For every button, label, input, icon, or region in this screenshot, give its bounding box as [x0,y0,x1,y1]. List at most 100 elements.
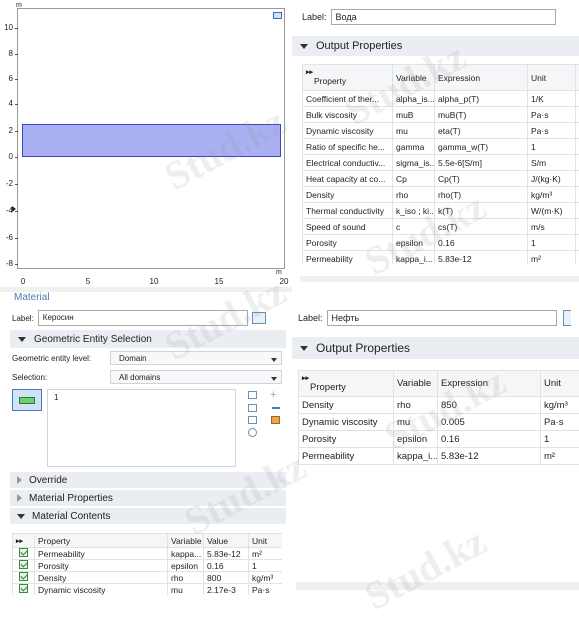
row-checkbox[interactable] [19,572,28,581]
row-checkbox[interactable] [19,548,28,557]
material-properties-header[interactable]: Material Properties [10,490,286,506]
table-row[interactable]: Bulk viscositymuBmuB(T)Pa·s1 [303,107,579,123]
graphics-window[interactable]: m m 1086420-2-4-6-8 05101520 [0,0,292,292]
column-header-property[interactable]: ▸▸Property [303,65,393,91]
table-cell: Dynamic viscosity [299,414,394,431]
expand-arrow-icon[interactable] [17,476,22,484]
table-row[interactable]: Densityrho800kg/m³ [13,572,283,584]
sort-icon[interactable]: ▸▸ [302,375,390,382]
table-row[interactable]: Porosityepsilon0.161 [13,560,283,572]
sort-icon[interactable]: ▸▸ [306,69,389,76]
water-scrollbar[interactable] [300,276,579,282]
clear-icon[interactable] [248,416,257,424]
table-row[interactable]: Coefficient of ther...alpha_is...alpha_p… [303,91,579,107]
selection-list[interactable]: 1 [47,389,236,467]
table-cell: 3 [576,91,579,107]
row-checkbox[interactable] [19,560,28,569]
table-cell: Speed of sound [303,219,393,235]
table-row[interactable]: Densityrhorho(T)kg/m³1 [303,187,579,203]
override-header[interactable]: Override [10,472,286,488]
collapse-arrow-icon[interactable] [300,44,308,49]
table-cell: cs(T) [435,219,528,235]
column-header-property[interactable]: Property [35,534,168,548]
column-header-unit[interactable]: Unit [249,534,283,548]
column-header-unit[interactable]: Unit [528,65,576,91]
copy-icon[interactable] [248,404,257,412]
oil-properties-table: ▸▸PropertyVariableExpressionUnit Density… [298,370,579,465]
column-header-s[interactable]: S [576,65,579,91]
column-header-unit[interactable]: Unit [541,371,579,397]
output-properties-header[interactable]: Output Properties [292,36,579,56]
table-row[interactable]: Dynamic viscositymu2.17e-3Pa·s [13,584,283,596]
domain-rectangle[interactable] [22,124,281,157]
y-tick-mark [15,184,18,185]
oil-material-panel: Label: Нефть Output Properties ▸▸Propert… [292,300,579,600]
y-tick-label: -6 [1,233,13,242]
table-row[interactable]: Speed of soundccs(T)m/s1 [303,219,579,235]
label-input[interactable]: Керосин [38,310,248,326]
table-row[interactable]: Dynamic viscositymu0.005Pa·s [299,414,579,431]
label-input[interactable]: Нефть [327,310,557,326]
table-row[interactable]: Porosityepsilon0.1611 [303,235,579,251]
table-cell: Porosity [299,431,394,448]
label-edit-icon[interactable] [252,312,266,324]
add-icon[interactable]: + [270,391,279,400]
table-cell: Permeability [299,448,394,465]
table-row[interactable]: Permeabilitykappa_i...5.83e-12m²3 [303,251,579,265]
dropdown-arrow-icon [271,358,277,362]
table-cell: muB(T) [435,107,528,123]
domain-toggle-button[interactable] [12,389,42,411]
material-contents-header[interactable]: Material Contents [10,508,286,524]
geo-level-select[interactable]: Domain [110,351,282,365]
checkbox-cell[interactable] [13,572,35,584]
table-row[interactable]: Permeabilitykappa_i...5.83e-12m² [299,448,579,465]
table-cell: Electrical conductiv... [303,155,393,171]
label-edit-icon[interactable] [563,310,571,326]
table-cell: c [393,219,435,235]
collapse-arrow-icon[interactable] [17,514,25,519]
table-row[interactable]: Densityrho850kg/m³ [299,397,579,414]
table-row[interactable]: Electrical conductiv...sigma_is...5.5e-6… [303,155,579,171]
collapse-arrow-icon[interactable] [300,346,308,351]
table-cell: muB [393,107,435,123]
column-header-variable[interactable]: Variable [168,534,204,548]
water-material-panel: Label: Вода Output Properties ▸▸Property… [292,0,579,290]
column-header-property[interactable]: ▸▸Property [299,371,394,397]
checkbox-cell[interactable] [13,584,35,596]
zoom-extents-icon[interactable] [273,12,282,19]
geometric-entity-selection-title: Geometric Entity Selection [34,334,152,345]
table-row[interactable]: Porosityepsilon0.161 [299,431,579,448]
oil-scrollbar[interactable] [296,582,579,590]
column-header-variable[interactable]: Variable [393,65,435,91]
table-row[interactable]: Ratio of specific he...gammagamma_w(T)11 [303,139,579,155]
geometric-entity-selection-header[interactable]: Geometric Entity Selection [10,330,286,348]
label-input[interactable]: Вода [331,9,556,25]
row-checkbox[interactable] [19,584,28,593]
table-row[interactable]: Permeabilitykappa...5.83e-12m² [13,548,283,560]
output-properties-header[interactable]: Output Properties [292,337,579,359]
column-header-variable[interactable]: Variable [394,371,438,397]
table-row[interactable]: Dynamic viscositymueta(T)Pa·s1 [303,123,579,139]
material-contents-table: ▸▸PropertyVariableValueUnit Permeability… [12,533,282,595]
collapse-arrow-icon[interactable] [18,337,26,342]
table-cell: 5.5e-6[S/m] [435,155,528,171]
expand-arrow-icon[interactable] [17,494,22,502]
create-selection-icon[interactable] [248,428,257,437]
column-header-expression[interactable]: Expression [438,371,541,397]
selection-list-item[interactable]: 1 [54,393,58,402]
checkbox-cell[interactable] [13,560,35,572]
table-row[interactable]: Heat capacity at co...CpCp(T)J/(kg·K)1 [303,171,579,187]
column-header-value[interactable]: Value [204,534,249,548]
table-cell: gamma_w(T) [435,139,528,155]
table-cell: mu [393,123,435,139]
sort-icon[interactable]: ▸▸ [13,534,35,548]
checkbox-cell[interactable] [13,548,35,560]
zoom-selection-icon[interactable] [271,416,280,424]
table-row[interactable]: Thermal conductivityk_iso ; ki...k(T)W/(… [303,203,579,219]
y-tick-label: 0 [1,152,13,161]
selection-select[interactable]: All domains [110,370,282,384]
remove-icon[interactable] [272,407,280,409]
table-cell: J/(kg·K) [528,171,576,187]
column-header-expression[interactable]: Expression [435,65,528,91]
paste-icon[interactable] [248,391,257,399]
